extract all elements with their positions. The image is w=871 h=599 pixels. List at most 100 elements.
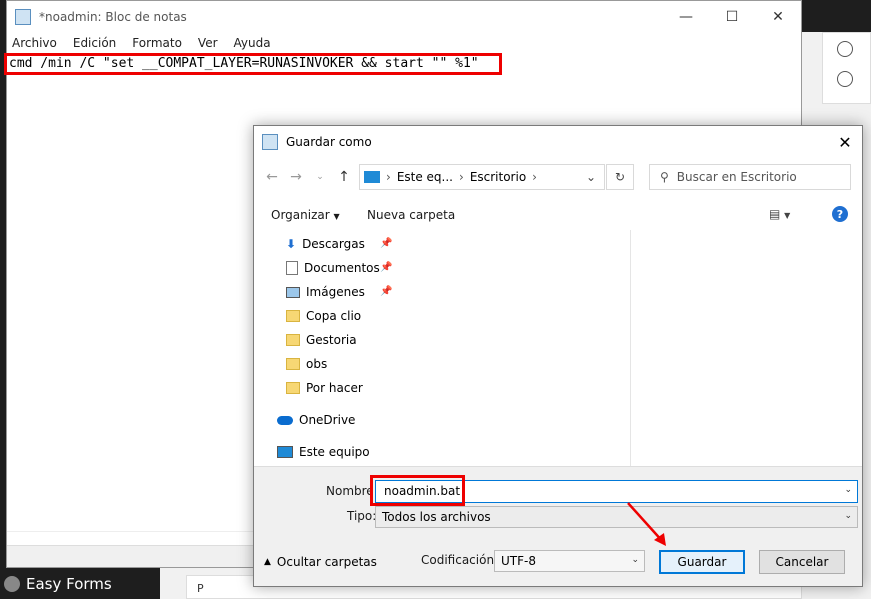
computer-icon <box>277 446 293 458</box>
navigation-pane: ⬇ Descargas 📌 Documentos 📌 Imágenes 📌 Co… <box>254 230 618 466</box>
download-icon: ⬇ <box>286 237 297 251</box>
chevron-down-icon: ⌄ <box>844 511 852 521</box>
encoding-label: Codificación: <box>421 553 499 567</box>
nav-item-label: Descargas <box>302 237 365 251</box>
chevron-down-icon: ⌄ <box>631 555 639 565</box>
nav-item-onedrive[interactable]: OneDrive <box>277 410 355 430</box>
nav-item-label: Copa clio <box>306 309 362 323</box>
notepad-titlebar: *noadmin: Bloc de notas — ☐ ✕ <box>7 1 801 33</box>
type-label: Tipo: <box>347 509 377 523</box>
new-folder-button[interactable]: Nueva carpeta <box>367 208 455 222</box>
minimize-button[interactable]: — <box>663 1 709 33</box>
recent-chevron-icon[interactable]: ⌄ <box>310 167 330 187</box>
chevron-down-icon[interactable]: ⌄ <box>844 485 852 495</box>
dialog-footer: Nombre: noadmin.bat ⌄ Tipo: Todos los ar… <box>254 466 862 586</box>
help-button[interactable]: ? <box>832 206 848 222</box>
nav-item-descargas[interactable]: ⬇ Descargas <box>286 234 365 254</box>
refresh-icon: ↻ <box>614 170 626 184</box>
menu-formato[interactable]: Formato <box>132 36 182 50</box>
up-arrow-icon[interactable]: ↑ <box>334 167 354 187</box>
background-field-text: P <box>197 582 204 595</box>
nav-item-label: OneDrive <box>299 413 356 427</box>
close-button[interactable]: ✕ <box>755 1 801 33</box>
folder-icon <box>286 382 300 394</box>
background-radio-panel <box>822 32 871 104</box>
view-icon: ▤ <box>769 207 781 221</box>
nav-item-por-hacer[interactable]: Por hacer <box>286 378 363 398</box>
back-arrow-icon[interactable]: ← <box>262 167 282 187</box>
menu-ayuda[interactable]: Ayuda <box>234 36 271 50</box>
cancel-button[interactable]: Cancelar <box>759 550 845 574</box>
hide-folders-button[interactable]: ▲ Ocultar carpetas <box>264 555 377 569</box>
pin-icon[interactable]: 📌 <box>380 238 392 249</box>
nav-item-label: Documentos <box>304 261 380 275</box>
taskbar-easy-forms[interactable]: Easy Forms <box>0 568 160 599</box>
view-options-button[interactable]: ▤ ▼ <box>769 207 790 221</box>
search-placeholder: Buscar en Escritorio <box>676 170 797 184</box>
dialog-toolbar: Organizar ▼ Nueva carpeta ▤ ▼ ? <box>254 201 862 229</box>
computer-icon <box>364 171 380 183</box>
organize-button[interactable]: Organizar ▼ <box>271 208 340 222</box>
easy-forms-icon <box>4 575 20 592</box>
search-input[interactable]: ⚲ Buscar en Escritorio <box>649 164 851 190</box>
breadcrumb-desktop[interactable]: Escritorio <box>470 170 526 184</box>
menu-edicion[interactable]: Edición <box>73 36 116 50</box>
file-type-select[interactable]: Todos los archivos ⌄ <box>375 506 858 528</box>
document-icon <box>286 261 298 275</box>
address-dropdown-icon[interactable]: ⌄ <box>586 170 596 184</box>
dialog-close-button[interactable]: ✕ <box>832 130 858 154</box>
nav-item-label: Imágenes <box>306 285 365 299</box>
menu-archivo[interactable]: Archivo <box>12 36 57 50</box>
maximize-button[interactable]: ☐ <box>709 1 755 33</box>
refresh-button[interactable]: ↻ <box>606 164 634 190</box>
search-icon: ⚲ <box>660 170 669 184</box>
chevron-down-icon: ▼ <box>784 211 791 220</box>
organize-label: Organizar <box>271 208 330 222</box>
nav-item-label: obs <box>306 357 328 371</box>
pictures-icon <box>286 286 300 298</box>
dialog-icon <box>262 134 278 150</box>
dialog-title: Guardar como <box>286 135 372 149</box>
menu-ver[interactable]: Ver <box>198 36 218 50</box>
radio-option-1[interactable] <box>837 41 853 57</box>
nav-item-copa-clio[interactable]: Copa clio <box>286 306 361 326</box>
pin-icon[interactable]: 📌 <box>380 262 392 273</box>
easy-forms-label: Easy Forms <box>26 574 112 593</box>
file-list-area[interactable] <box>631 230 849 466</box>
nav-buttons: ← → ⌄ ↑ <box>262 167 354 187</box>
address-bar[interactable]: › Este eq... › Escritorio › ⌄ <box>359 164 605 190</box>
hide-folders-label: Ocultar carpetas <box>276 555 377 569</box>
notepad-icon <box>15 9 31 25</box>
encoding-value: UTF-8 <box>501 554 536 568</box>
breadcrumb-separator-icon: › <box>459 170 464 184</box>
dialog-vertical-scrollbar[interactable] <box>848 230 862 466</box>
nav-item-label: Gestoria <box>306 333 357 347</box>
folder-icon <box>286 358 300 370</box>
highlight-box-filename <box>370 475 465 506</box>
chevron-up-icon: ▲ <box>264 557 271 567</box>
notepad-title: *noadmin: Bloc de notas <box>39 10 187 24</box>
chevron-down-icon: ▼ <box>333 212 340 221</box>
pin-icon[interactable]: 📌 <box>380 286 392 297</box>
dialog-titlebar: Guardar como <box>254 126 862 158</box>
nav-item-imagenes[interactable]: Imágenes <box>286 282 365 302</box>
nav-item-gestoria[interactable]: Gestoria <box>286 330 357 350</box>
folder-icon <box>286 310 300 322</box>
nav-item-label: Este equipo <box>299 445 370 459</box>
nav-item-este-equipo[interactable]: Este equipo <box>277 442 370 462</box>
radio-option-2[interactable] <box>837 71 853 87</box>
breadcrumb-this-pc[interactable]: Este eq... <box>397 170 453 184</box>
onedrive-icon <box>277 415 293 425</box>
folder-icon <box>286 334 300 346</box>
nav-item-documentos[interactable]: Documentos <box>286 258 380 278</box>
background-app-header <box>802 0 871 32</box>
notepad-menubar: Archivo Edición Formato Ver Ayuda <box>7 33 801 53</box>
highlight-box-content <box>4 53 502 75</box>
nav-item-label: Por hacer <box>306 381 363 395</box>
nav-item-obs[interactable]: obs <box>286 354 327 374</box>
file-type-value: Todos los archivos <box>382 510 491 524</box>
breadcrumb-separator-icon: › <box>532 170 537 184</box>
breadcrumb-separator-icon: › <box>386 170 391 184</box>
save-as-dialog: Guardar como ✕ ← → ⌄ ↑ › Este eq... › Es… <box>253 125 863 587</box>
forward-arrow-icon[interactable]: → <box>286 167 306 187</box>
